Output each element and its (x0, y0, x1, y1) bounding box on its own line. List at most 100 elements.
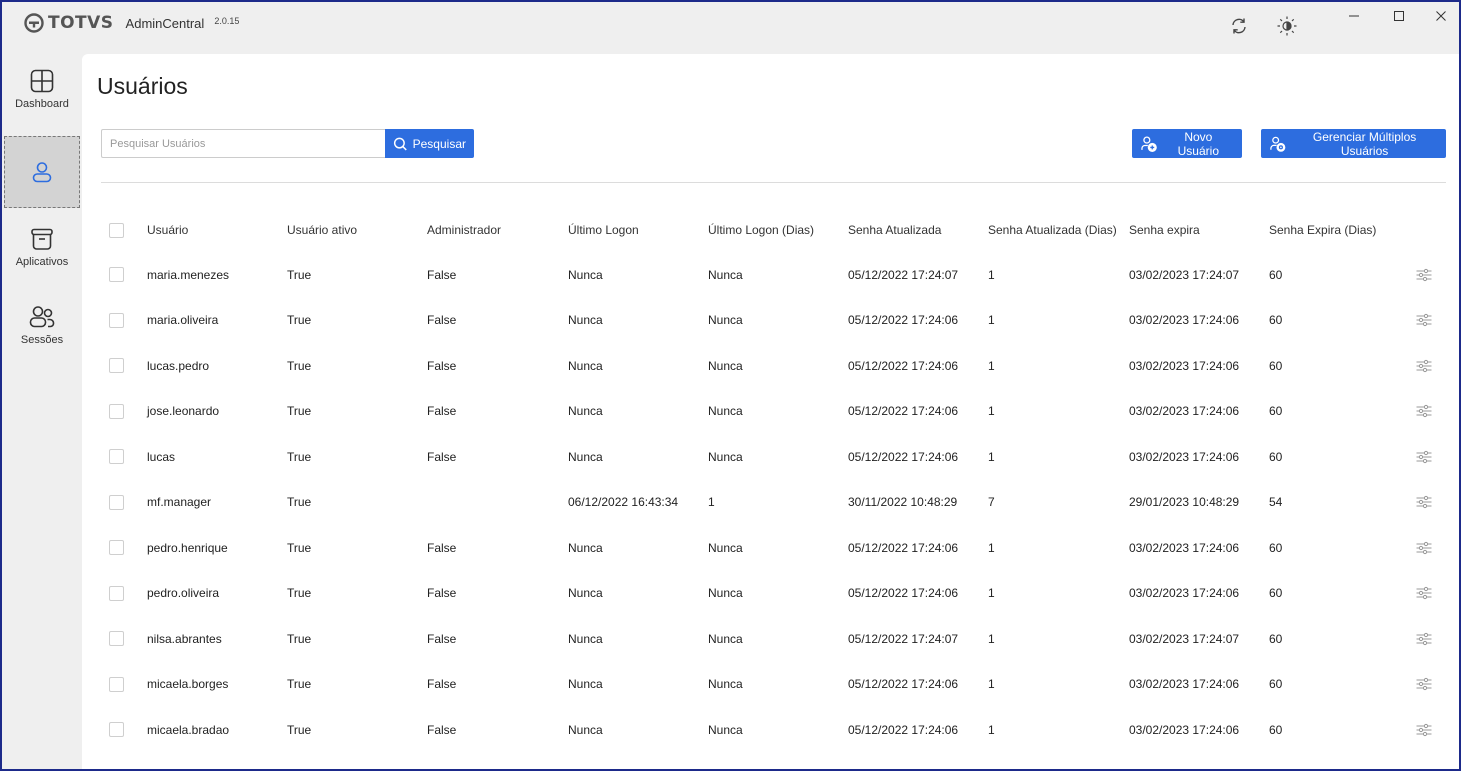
cell-senha-atualizada-dias: 1 (988, 540, 995, 555)
row-settings-icon[interactable] (1416, 252, 1432, 298)
cell-usuario: pedro.henrique (147, 540, 228, 555)
cell-senha-atualizada: 30/11/2022 10:48:29 (848, 495, 958, 510)
sidebar-item-dashboard[interactable]: Dashboard (4, 68, 80, 110)
cell-senha-atualizada-dias: 1 (988, 358, 995, 373)
cell-ultimo-logon: Nunca (568, 449, 603, 464)
cell-senha-expira-dias: 60 (1269, 722, 1283, 737)
search-button[interactable]: Pesquisar (385, 129, 474, 158)
table-row[interactable]: nilsa.abrantes True False Nunca Nunca 05/12/2… (101, 616, 1446, 662)
cell-ultimo-logon: Nunca (568, 358, 603, 373)
app-logo: TOTVS AdminCentral 2.0.15 (24, 13, 239, 33)
row-checkbox[interactable] (109, 631, 124, 647)
cell-senha-expira: 03/02/2023 17:24:06 (1129, 540, 1240, 555)
table-row[interactable]: lucas.pedro True False Nunca Nunca 05/12/2022… (101, 343, 1446, 389)
column-header-administrador[interactable]: Administrador (427, 208, 501, 252)
row-checkbox[interactable] (109, 585, 124, 601)
cell-senha-atualizada-dias: 1 (988, 449, 995, 464)
column-header-senha-atualizada-dias[interactable]: Senha Atualizada (Dias) (988, 208, 1117, 252)
row-checkbox[interactable] (109, 540, 124, 556)
row-settings-icon[interactable] (1416, 616, 1432, 662)
cell-senha-expira: 03/02/2023 17:24:06 (1129, 586, 1240, 601)
cell-ultimo-logon-dias: Nunca (708, 404, 743, 419)
column-header-senha-expira-dias[interactable]: Senha Expira (Dias) (1269, 208, 1376, 252)
dashboard-icon (30, 69, 54, 93)
row-checkbox[interactable] (109, 403, 124, 419)
cell-senha-atualizada-dias: 1 (988, 267, 995, 282)
sidebar-item-sessoes[interactable]: Sessões (4, 304, 80, 346)
row-settings-icon[interactable] (1416, 480, 1432, 526)
table-row[interactable]: pedro.oliveira True False Nunca Nunca 05/12/2… (101, 571, 1446, 617)
new-user-button[interactable]: Novo Usuário (1132, 129, 1242, 158)
table-row[interactable]: micaela.borges True False Nunca Nunca 05/12/2… (101, 662, 1446, 708)
row-settings-icon[interactable] (1416, 571, 1432, 617)
cell-senha-atualizada: 05/12/2022 17:24:06 (848, 677, 959, 692)
row-settings-icon[interactable] (1416, 389, 1432, 435)
table-header-row: Usuário Usuário ativo Administrador Últi… (101, 208, 1446, 252)
row-checkbox[interactable] (109, 722, 124, 738)
cell-senha-expira-dias: 60 (1269, 404, 1283, 419)
row-settings-icon[interactable] (1416, 343, 1432, 389)
row-settings-icon[interactable] (1416, 298, 1432, 344)
cell-usuario: maria.oliveira (147, 313, 219, 328)
column-header-senha-expira[interactable]: Senha expira (1129, 208, 1200, 252)
row-settings-icon[interactable] (1416, 434, 1432, 480)
cell-senha-atualizada: 05/12/2022 17:24:06 (848, 586, 959, 601)
table-row[interactable]: jose.leonardo True False Nunca Nunca 05/12/20… (101, 389, 1446, 435)
cell-senha-atualizada-dias: 1 (988, 631, 995, 646)
sidebar-item-aplicativos[interactable]: Aplicativos (4, 226, 80, 268)
row-settings-icon[interactable] (1416, 525, 1432, 571)
cell-senha-atualizada: 05/12/2022 17:24:06 (848, 358, 959, 373)
page-title: Usuários (97, 73, 188, 99)
table-row[interactable]: micaela.bradao True False Nunca Nunca 05/12/2… (101, 707, 1446, 753)
table-row[interactable]: maria.menezes True False Nunca Nunca 05/12/20… (101, 252, 1446, 298)
table-row[interactable]: pedro.henrique True False Nunca Nunca 05/12/2… (101, 525, 1446, 571)
refresh-icon[interactable] (1227, 14, 1251, 38)
column-header-usuario-ativo[interactable]: Usuário ativo (287, 208, 357, 252)
row-checkbox[interactable] (109, 358, 124, 374)
column-header-ultimo-logon-dias[interactable]: Último Logon (Dias) (708, 208, 814, 252)
column-header-ultimo-logon[interactable]: Último Logon (568, 208, 639, 252)
cell-ultimo-logon-dias: Nunca (708, 586, 743, 601)
cell-senha-atualizada-dias: 1 (988, 677, 995, 692)
cell-senha-atualizada: 05/12/2022 17:24:06 (848, 404, 959, 419)
table-row[interactable]: maria.oliveira True False Nunca Nunca 05/12/2… (101, 298, 1446, 344)
sidebar-item-users[interactable] (4, 136, 80, 208)
select-all-checkbox[interactable] (109, 222, 124, 238)
cell-ultimo-logon-dias: Nunca (708, 540, 743, 555)
minimize-button[interactable] (1331, 2, 1377, 30)
row-settings-icon[interactable] (1416, 662, 1432, 708)
cell-senha-expira: 03/02/2023 17:24:07 (1129, 267, 1240, 282)
theme-toggle-icon[interactable] (1275, 14, 1299, 38)
column-header-usuario[interactable]: Usuário (147, 208, 188, 252)
table-row[interactable]: mf.manager True 06/12/2022 16:43:34 1 30/11/… (101, 480, 1446, 526)
row-checkbox[interactable] (109, 676, 124, 692)
cell-senha-expira: 03/02/2023 17:24:06 (1129, 404, 1240, 419)
close-button[interactable] (1418, 2, 1459, 30)
table-row[interactable]: lucas True False Nunca Nunca 05/12/2022 17:24… (101, 434, 1446, 480)
cell-senha-expira-dias: 60 (1269, 586, 1283, 601)
cell-senha-atualizada-dias: 1 (988, 586, 995, 601)
row-checkbox[interactable] (109, 494, 124, 510)
cell-ultimo-logon-dias: 1 (708, 495, 715, 510)
column-header-senha-atualizada[interactable]: Senha Atualizada (848, 208, 941, 252)
manage-multiple-users-button[interactable]: Gerenciar Múltiplos Usuários (1261, 129, 1446, 158)
row-checkbox[interactable] (109, 449, 124, 465)
row-checkbox[interactable] (109, 312, 124, 328)
cell-senha-atualizada-dias: 1 (988, 404, 995, 419)
search-input[interactable] (101, 129, 385, 158)
search-button-label: Pesquisar (412, 136, 466, 151)
cell-administrador: False (427, 267, 457, 282)
cell-senha-atualizada-dias: 7 (988, 495, 995, 510)
row-settings-icon[interactable] (1416, 707, 1432, 753)
totvs-logo-icon (24, 13, 44, 33)
cell-ultimo-logon: Nunca (568, 267, 603, 282)
cell-administrador: False (427, 586, 457, 601)
app-version: 2.0.15 (214, 16, 240, 26)
maximize-button[interactable] (1376, 2, 1422, 30)
cell-usuario-ativo: True (287, 267, 312, 282)
cell-usuario-ativo: True (287, 449, 312, 464)
row-checkbox[interactable] (109, 267, 124, 283)
cell-usuario-ativo: True (287, 313, 312, 328)
app-window: TOTVS AdminCentral 2.0.15 Dashboard Apli… (2, 2, 1459, 769)
search-icon (393, 137, 407, 150)
